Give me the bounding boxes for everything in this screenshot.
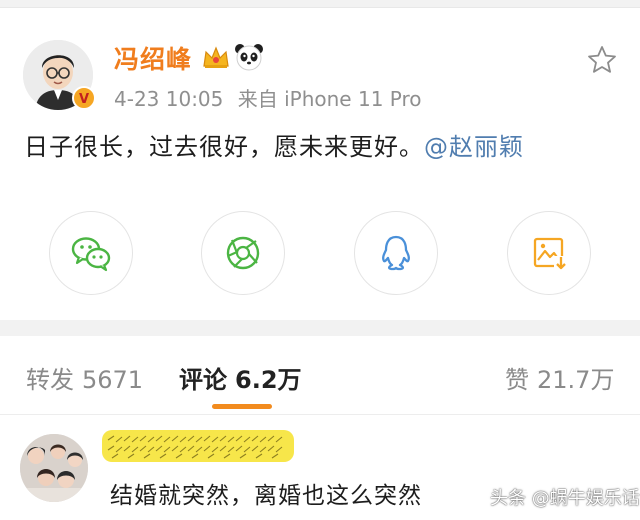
- mention-link[interactable]: @赵丽颖: [424, 133, 524, 161]
- share-moments-button[interactable]: [201, 211, 285, 295]
- post-content: 日子很长，过去很好，愿未来更好。@赵丽颖: [24, 127, 524, 162]
- section-divider: [0, 320, 640, 336]
- tab-repost[interactable]: 转发 5671: [26, 360, 143, 395]
- save-image-icon: [533, 237, 568, 270]
- commenter-avatar[interactable]: [20, 434, 88, 502]
- tabs-underline: [0, 414, 640, 415]
- top-separator: [0, 0, 640, 8]
- moments-icon: [226, 236, 260, 270]
- comment-text: 结婚就突然，离婚也这么突然: [110, 483, 422, 509]
- svg-text:V: V: [79, 92, 89, 107]
- post-source: 来自 iPhone 11 Pro: [237, 87, 422, 111]
- verified-badge-icon: V: [72, 86, 96, 110]
- star-icon[interactable]: [586, 44, 618, 76]
- tab-comments-label: 评论: [179, 366, 227, 394]
- tab-comments-count: 6.2万: [235, 366, 302, 394]
- qq-icon: [382, 235, 410, 271]
- tab-likes-count: 21.7万: [537, 366, 615, 394]
- active-tab-indicator: [212, 404, 272, 409]
- author-name[interactable]: 冯绍峰: [114, 40, 192, 76]
- crown-icon: [203, 46, 229, 68]
- share-wechat-button[interactable]: [49, 211, 133, 295]
- panda-icon: [235, 44, 263, 71]
- commenter-name-redacted: [102, 430, 294, 462]
- post-meta: 4-23 10:05 来自 iPhone 11 Pro: [114, 83, 430, 112]
- wechat-icon: [71, 237, 111, 272]
- tab-likes[interactable]: 赞 21.7万: [505, 360, 614, 395]
- tab-repost-label: 转发: [26, 366, 74, 394]
- post-date: 4-23 10:05: [114, 87, 224, 111]
- post-body: 日子很长，过去很好，愿未来更好。: [24, 133, 424, 161]
- share-qq-button[interactable]: [354, 211, 438, 295]
- tab-comments[interactable]: 评论 6.2万: [179, 360, 302, 395]
- tab-likes-label: 赞: [505, 366, 529, 394]
- watermark: 头条 @蜗牛娱乐话: [490, 488, 640, 509]
- tab-repost-count: 5671: [82, 366, 144, 394]
- share-save-image-button[interactable]: [507, 211, 591, 295]
